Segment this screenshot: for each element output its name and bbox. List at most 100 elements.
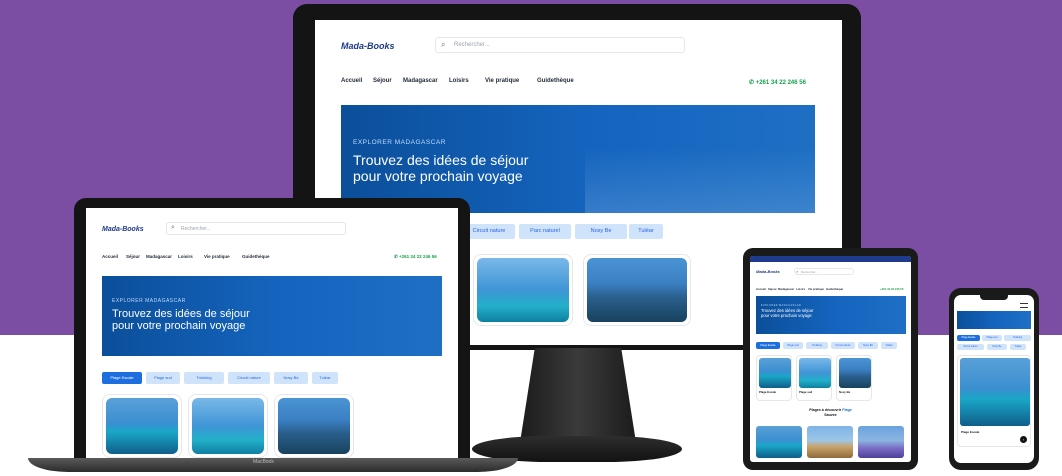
card-image: [278, 398, 350, 454]
nav-loisirs[interactable]: Loisirs: [449, 78, 469, 84]
chip-tulear[interactable]: Tuléar: [881, 342, 897, 349]
nav-sejour[interactable]: Séjour: [373, 78, 392, 84]
chip-nosy-be[interactable]: Nosy Be: [575, 224, 627, 239]
hero-title: Trouvez des idées de séjour pour votre p…: [353, 152, 529, 184]
nav-sejour[interactable]: Séjour: [126, 254, 140, 259]
nav-accueil[interactable]: Accueil: [341, 78, 362, 84]
chip-plage-escale[interactable]: Plage Escale: [102, 372, 142, 384]
chip-plage-sud[interactable]: Plage sud: [982, 335, 1002, 341]
search-placeholder: Rechercher...: [181, 226, 211, 232]
phone-number[interactable]: +261 34 22 246 56: [880, 287, 903, 291]
chip-circuit-nature[interactable]: Circuit nature: [463, 224, 515, 239]
card-label: Nosy Be: [839, 390, 851, 394]
gallery-image[interactable]: [858, 426, 904, 458]
hero-title-line-2: pour votre prochain voyage: [353, 167, 523, 184]
search-icon: ⌕: [171, 224, 175, 231]
section-title-line-2: Sauvée: [824, 412, 837, 417]
laptop-screen: Mada-Books ⌕ Rechercher... Accueil Séjou…: [86, 208, 458, 458]
chip-nosy-be[interactable]: Nosy Be: [274, 372, 308, 384]
search-input[interactable]: ⌕ Rechercher...: [435, 37, 685, 53]
card-image: [587, 258, 687, 322]
chip-plage-sud[interactable]: Plage sud: [146, 372, 180, 384]
chip-plage-escale[interactable]: Plage Escale: [957, 335, 980, 341]
desktop-stand-neck: [520, 348, 636, 440]
nav-loisirs[interactable]: Loisirs: [178, 254, 193, 259]
search-input[interactable]: ⌕ Rechercher...: [794, 268, 854, 275]
arrow-right-icon[interactable]: ›: [1020, 436, 1027, 443]
chip-circuit-nature[interactable]: Circuit nature: [957, 344, 984, 350]
nav-guidetheque[interactable]: Guidethèque: [537, 78, 574, 84]
chip-tulear[interactable]: Tuléar: [629, 224, 663, 239]
hamburger-icon[interactable]: [1020, 303, 1028, 308]
chip-plage-escale[interactable]: Plage Escale: [756, 342, 780, 349]
chip-tulear[interactable]: Tuléar: [1010, 344, 1026, 350]
chip-trekking[interactable]: Trekking: [1004, 335, 1031, 341]
nav-loisirs[interactable]: Loisirs: [796, 287, 805, 291]
destination-card[interactable]: Plage Escale: [756, 355, 792, 401]
hero-banner: EXPLORER MADAGASCAR Trouvez des idées de…: [756, 296, 906, 334]
search-input[interactable]: ⌕ Rechercher...: [166, 222, 346, 235]
gallery-image[interactable]: [807, 426, 853, 458]
site-logo[interactable]: Mada-Books: [102, 226, 144, 233]
chip-circuit-nature[interactable]: Circuit nature: [228, 372, 270, 384]
nav-vie-pratique[interactable]: Vie pratique: [808, 287, 824, 291]
hero-title: Trouvez des idées de séjour pour votre p…: [761, 308, 813, 318]
hero-eyebrow: EXPLORER MADAGASCAR: [112, 298, 186, 304]
phone-text: +261 34 22 246 56: [755, 80, 806, 86]
hero-eyebrow: EXPLORER MADAGASCAR: [761, 304, 802, 307]
phone-screen: Plage Escale Plage sud Trekking Circuit …: [954, 295, 1034, 463]
phone-icon: ✆: [749, 80, 755, 86]
section-title-highlight: Plage: [842, 408, 852, 412]
destination-card[interactable]: [583, 254, 691, 326]
search-icon: ⌕: [441, 40, 446, 49]
phone-number[interactable]: ✆ +261 34 22 246 56: [394, 254, 437, 260]
nav-accueil[interactable]: Accueil: [102, 254, 118, 259]
card-image: [759, 358, 791, 388]
nav-madagascar[interactable]: Madagascar: [146, 254, 172, 259]
search-icon: ⌕: [796, 269, 799, 274]
chip-circuit-nature[interactable]: Circuit nature: [831, 342, 855, 349]
site-logo[interactable]: Mada-Books: [341, 41, 395, 51]
card-image: [477, 258, 569, 322]
site-logo[interactable]: Mada-Books: [756, 269, 780, 274]
destination-card[interactable]: Nosy Be: [836, 355, 872, 401]
chip-plage-sud[interactable]: Plage sud: [783, 342, 803, 349]
chip-nosy-be[interactable]: Nosy Be: [987, 344, 1007, 350]
laptop-brand: MacBook: [253, 459, 274, 465]
hero-title-line-1: Trouvez des idées de séjour: [353, 152, 529, 168]
chip-parc-naturel[interactable]: Parc naturel: [519, 224, 571, 239]
section-title-line-1: Plages à découvrir: [809, 408, 843, 412]
nav-guidetheque[interactable]: Guidethèque: [826, 287, 843, 291]
destination-card[interactable]: [102, 394, 182, 458]
nav-vie-pratique[interactable]: Vie pratique: [204, 254, 230, 259]
nav-vie-pratique[interactable]: Vie pratique: [485, 78, 519, 84]
card-label: Plage sud: [799, 390, 813, 394]
search-placeholder: Rechercher...: [801, 270, 818, 274]
nav-accueil[interactable]: Accueil: [756, 287, 766, 291]
card-label: Plage Escale: [759, 390, 777, 394]
phone-text: +261 34 22 246 56: [399, 254, 437, 259]
destination-card[interactable]: [188, 394, 268, 458]
chip-nosy-be[interactable]: Nosy Be: [858, 342, 878, 349]
destination-card[interactable]: Plage Escale ›: [957, 355, 1031, 447]
phone-icon: ✆: [394, 254, 398, 259]
nav-guidetheque[interactable]: Guidethèque: [242, 254, 270, 259]
chip-trekking[interactable]: Trekking: [184, 372, 224, 384]
nav-madagascar[interactable]: Madagascar: [403, 78, 438, 84]
tablet-screen: Mada-Books ⌕ Rechercher... Accueil Séjou…: [750, 256, 911, 462]
nav-sejour[interactable]: Séjour: [768, 287, 777, 291]
hero-eyebrow: EXPLORER MADAGASCAR: [353, 139, 446, 146]
phone-notch: [980, 295, 1008, 300]
nav-madagascar[interactable]: Madagascar: [778, 287, 794, 291]
chip-tulear[interactable]: Tuléar: [312, 372, 338, 384]
hero-banner: EXPLORER MADAGASCAR Trouvez des idées de…: [341, 105, 815, 213]
phone-number[interactable]: ✆ +261 34 22 246 56: [749, 79, 806, 86]
tablet-topbar: [750, 256, 911, 262]
destination-card[interactable]: [473, 254, 573, 326]
card-image: [192, 398, 264, 454]
gallery-image[interactable]: [756, 426, 802, 458]
chip-trekking[interactable]: Trekking: [806, 342, 828, 349]
hero-title-line-2: pour votre prochain voyage: [112, 320, 246, 333]
destination-card[interactable]: Plage sud: [796, 355, 832, 401]
destination-card[interactable]: [274, 394, 354, 458]
